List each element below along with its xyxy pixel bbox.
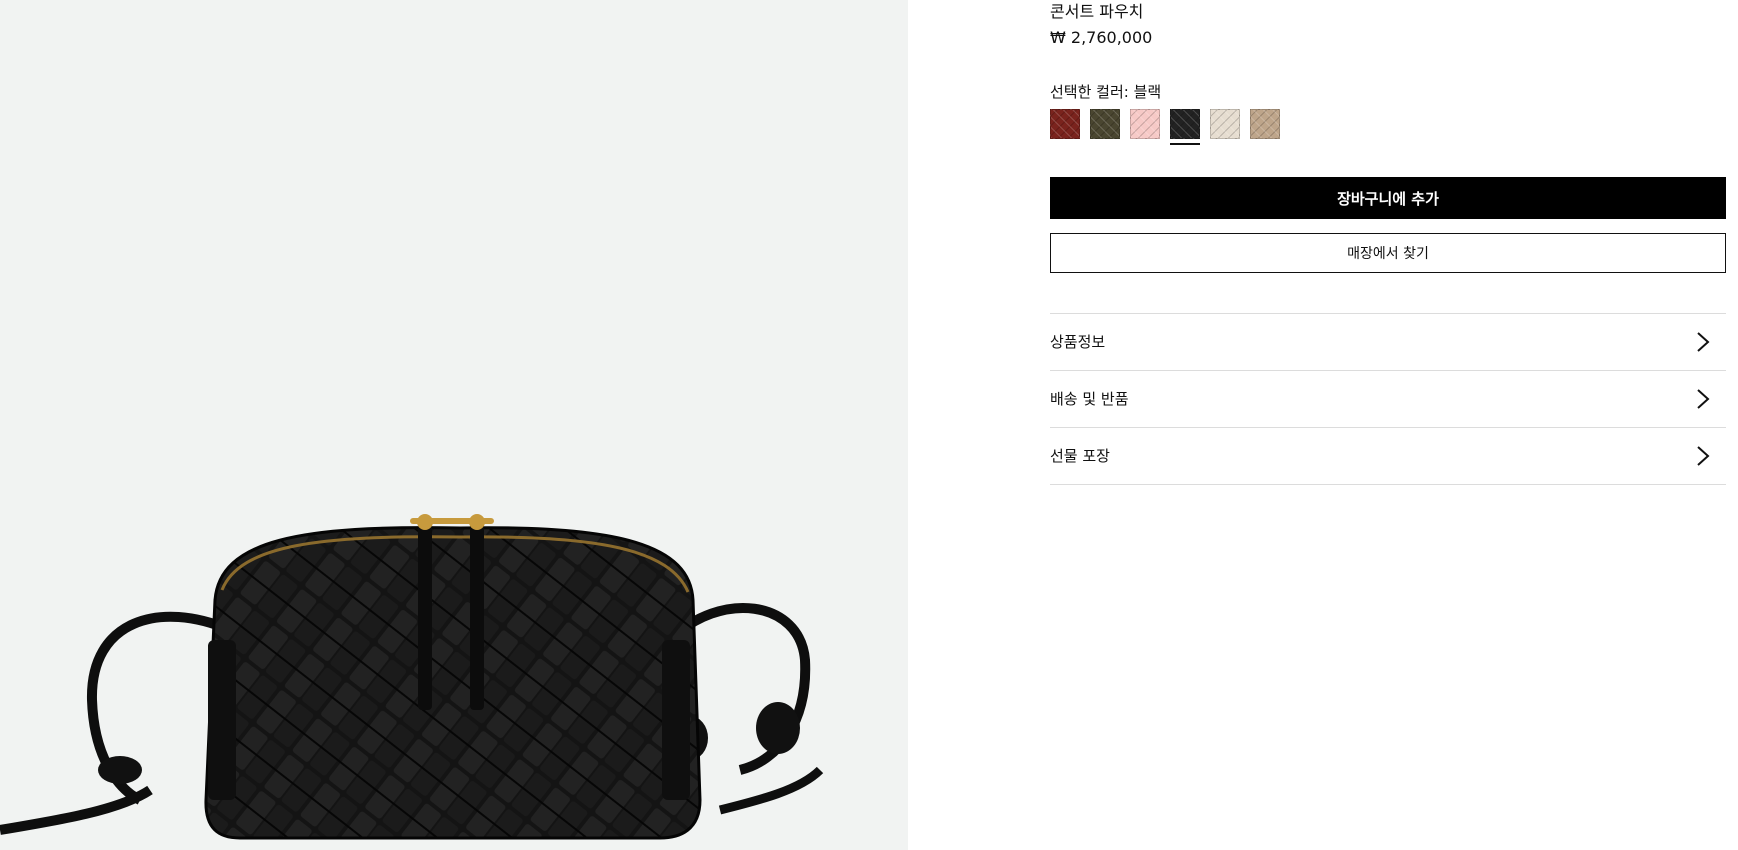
product-photo — [0, 514, 824, 840]
chevron-right-icon — [1697, 332, 1710, 352]
swatch-black[interactable] — [1170, 109, 1200, 139]
product-page: 콘서트 파우치 ₩ 2,760,000 선택한 컬러: 블랙 장바구니에 추가 … — [0, 0, 1738, 850]
product-price: ₩ 2,760,000 — [1050, 28, 1153, 47]
find-in-store-button[interactable]: 매장에서 찾기 — [1050, 233, 1726, 273]
product-title: 콘서트 파우치 — [1050, 2, 1144, 21]
accordion-label: 상품정보 — [1050, 333, 1106, 351]
accordion-label: 선물 포장 — [1050, 447, 1110, 465]
accordion-label: 배송 및 반품 — [1050, 390, 1129, 408]
accordion-shipping-returns[interactable]: 배송 및 반품 — [1050, 371, 1726, 428]
swatch-pink[interactable] — [1130, 109, 1160, 139]
accordion-product-info[interactable]: 상품정보 — [1050, 314, 1726, 371]
selected-color-label: 선택한 컬러: 블랙 — [1050, 83, 1162, 101]
add-to-cart-button[interactable]: 장바구니에 추가 — [1050, 177, 1726, 219]
swatch-olive[interactable] — [1090, 109, 1120, 139]
accordion-gift-wrap[interactable]: 선물 포장 — [1050, 428, 1726, 485]
chevron-right-icon — [1697, 389, 1710, 409]
product-accordion: 상품정보 배송 및 반품 선물 포장 — [1050, 313, 1726, 485]
swatch-red[interactable] — [1050, 109, 1080, 139]
selected-swatch-indicator — [1170, 143, 1200, 145]
swatch-cream[interactable] — [1210, 109, 1240, 139]
chevron-right-icon — [1697, 446, 1710, 466]
swatch-tan[interactable] — [1250, 109, 1280, 139]
product-image — [0, 0, 908, 850]
